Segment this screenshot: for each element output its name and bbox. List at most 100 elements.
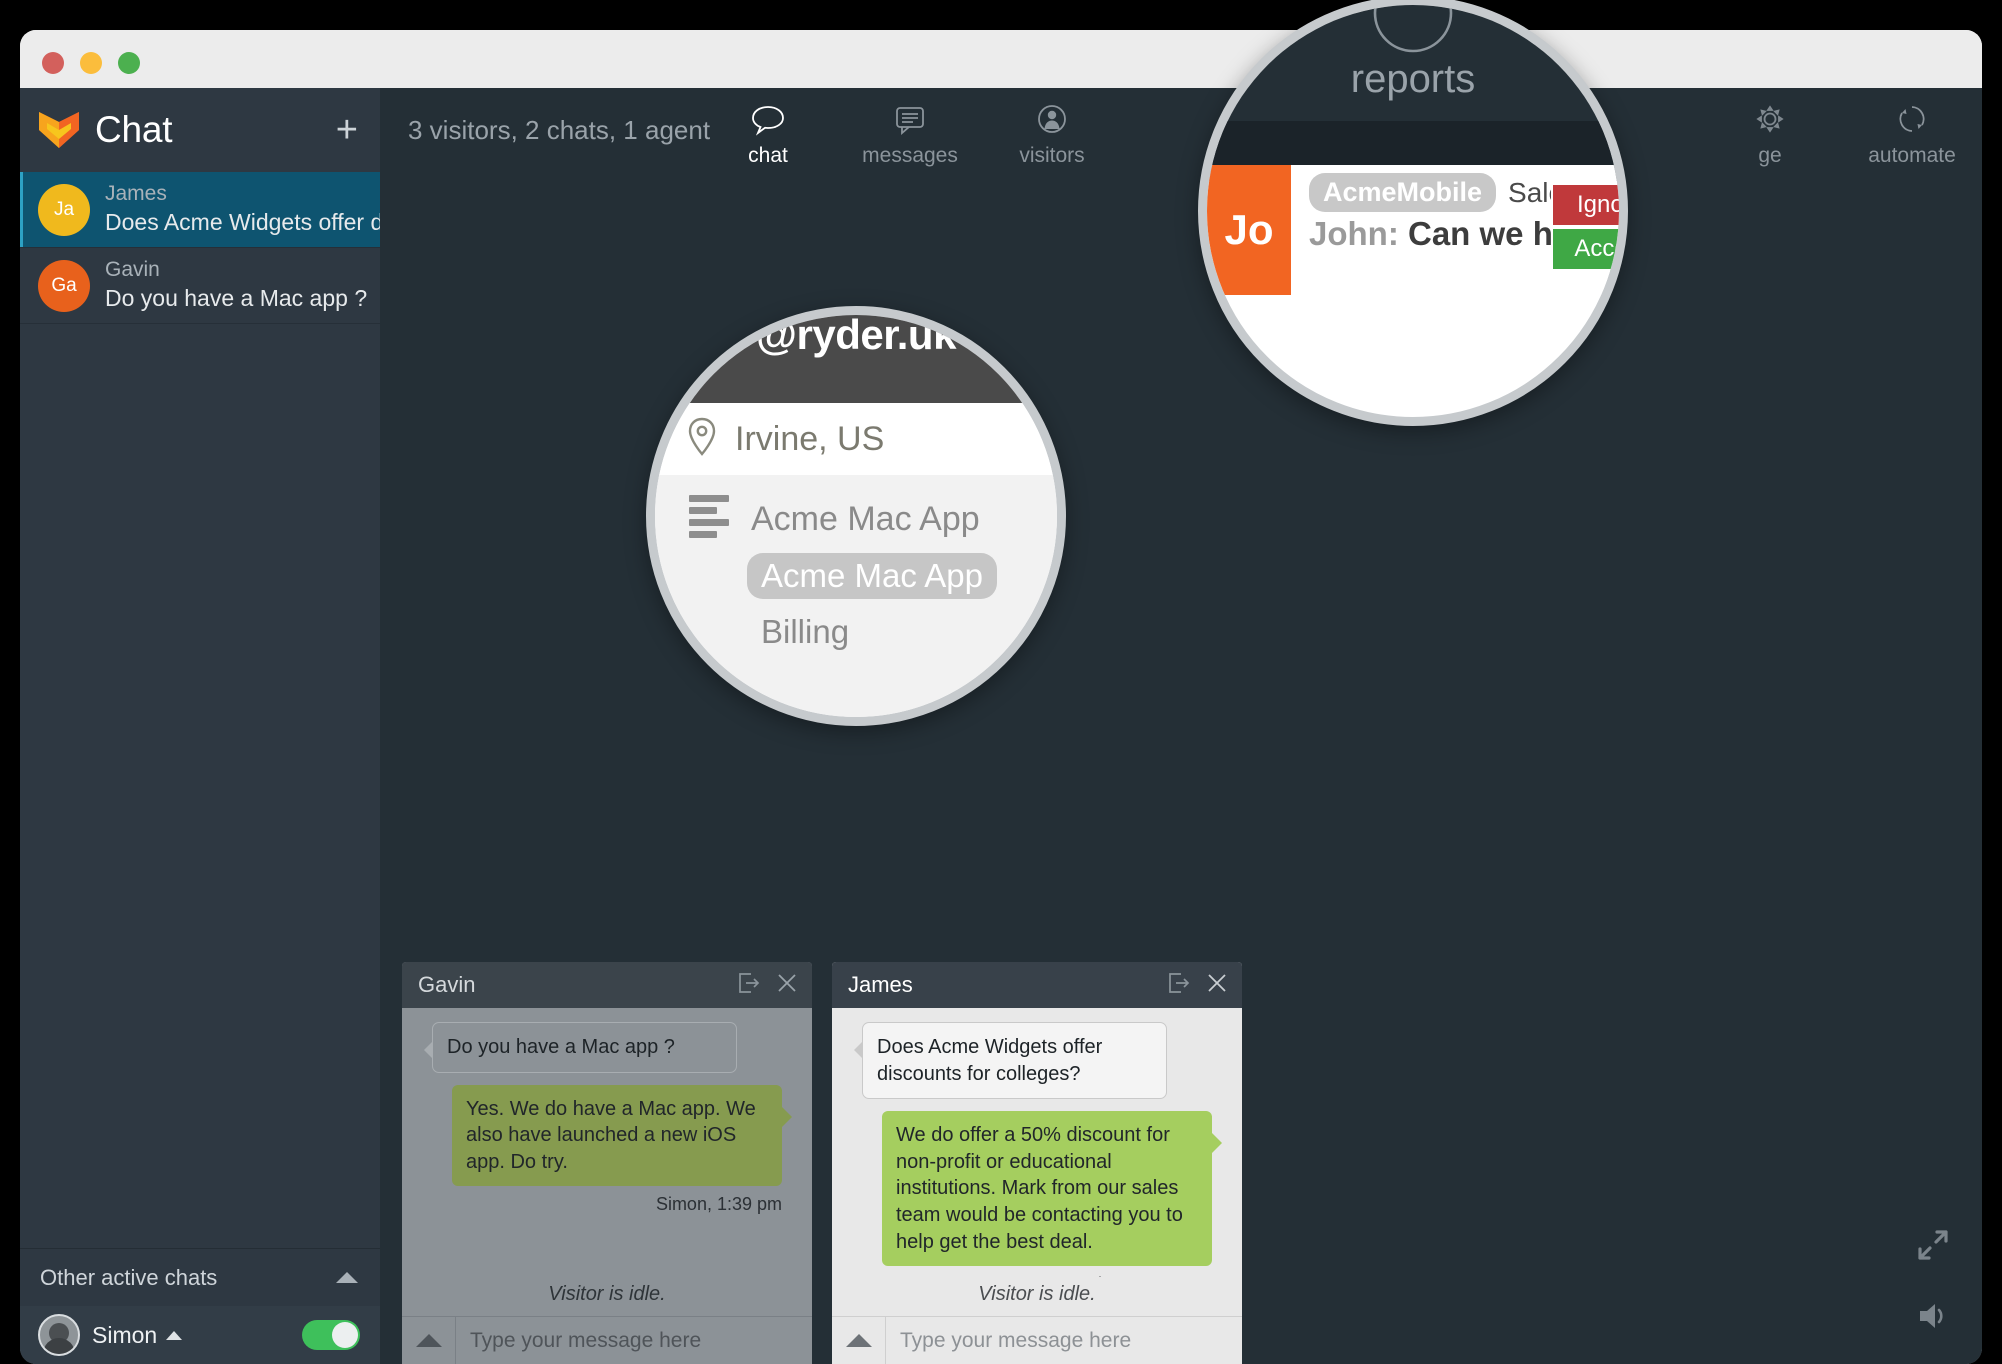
chat-window-header: Gavin <box>402 962 812 1008</box>
magnifier-visitor-details: @ryder.uk Irvine, US Acme Mac App Acme M… <box>646 306 1066 726</box>
close-icon[interactable] <box>1204 970 1230 1001</box>
main-panel: 3 visitors, 2 chats, 1 agent chat messag… <box>380 88 1982 1364</box>
window-titlebar <box>20 30 1982 88</box>
avatar: Ja <box>38 183 90 236</box>
chat-window-header: James <box>832 962 1242 1008</box>
visitor-email: @ryder.uk <box>756 311 956 358</box>
composer-expand-chevron-up-icon[interactable] <box>402 1317 456 1364</box>
window-zoom-button[interactable] <box>118 52 140 74</box>
chat-list-item-james[interactable]: Ja James Does Acme Widgets offer dis… <box>20 172 380 248</box>
speech-bubble-icon <box>748 96 788 142</box>
message-meta: Simon, 1:46 pm <box>848 1274 1212 1277</box>
message-bubble-agent: We do offer a 50% discount for non-profi… <box>882 1111 1222 1267</box>
chat-window-title: James <box>848 972 913 997</box>
chat-window-messages: Does Acme Widgets offer discounts for co… <box>832 1008 1242 1277</box>
agent-online-toggle[interactable] <box>302 1320 360 1350</box>
avatar-initials: Ga <box>51 274 77 296</box>
expand-icon[interactable] <box>1912 1224 1954 1271</box>
chat-window-james[interactable]: James Does Acme Widgets offer discounts … <box>832 962 1242 1364</box>
utility-icon-rail <box>1912 1224 1954 1342</box>
nav-label-reports[interactable]: reports <box>1207 57 1619 102</box>
avatar-initials: Ja <box>53 198 75 220</box>
nav-label: ge <box>1758 144 1782 167</box>
chevron-up-icon[interactable] <box>336 1272 358 1283</box>
gear-icon <box>1750 96 1790 142</box>
nav-label: chat <box>748 144 788 167</box>
chat-window-status: Visitor is idle. <box>978 1283 1096 1305</box>
visitor-person-icon <box>1032 96 1072 142</box>
chat-composer <box>402 1316 812 1364</box>
chat-list-name: Gavin <box>105 258 160 282</box>
department-selector-panel: Acme Mac App Acme Mac App Billing <box>655 475 1057 717</box>
refresh-cycle-icon <box>1892 96 1932 142</box>
sidebar: Chat + Ja James Does Acme Widgets offer … <box>20 88 380 1364</box>
nav-item-automate[interactable]: automate <box>1864 96 1960 168</box>
primary-nav: chat messages visitors <box>720 96 1100 168</box>
avatar: Jo <box>1207 165 1291 295</box>
message-input[interactable] <box>886 1317 1242 1364</box>
message-lines-icon <box>890 96 930 142</box>
close-icon[interactable] <box>774 970 800 1001</box>
message-bubble-agent: Yes. We do have a Mac app. We also have … <box>452 1084 792 1187</box>
incoming-chat-actions: Ignore Accept <box>1551 183 1619 271</box>
avatar-initials: Jo <box>1224 206 1274 253</box>
chat-window-gavin[interactable]: Gavin Do you have a Mac app ? Yes. We do… <box>402 962 812 1364</box>
chat-windows-row: Gavin Do you have a Mac app ? Yes. We do… <box>402 962 1242 1364</box>
nav-label: automate <box>1868 144 1956 167</box>
department-option-billing[interactable]: Billing <box>747 609 863 655</box>
volume-icon[interactable] <box>1912 1295 1954 1342</box>
page-title: Chat <box>95 109 173 150</box>
agent-status-bar: Simon <box>20 1306 380 1364</box>
nav-item-visitors[interactable]: visitors <box>1004 96 1100 168</box>
department-badge: AcmeMobile <box>1309 173 1497 212</box>
department-current-row[interactable]: Acme Mac App <box>655 475 1057 543</box>
nav-label: visitors <box>1019 144 1085 167</box>
window-close-button[interactable] <box>42 52 64 74</box>
chat-list-item-gavin[interactable]: Ga Gavin Do you have a Mac app ? <box>20 248 380 324</box>
secondary-nav: ge automate <box>1722 96 1960 168</box>
incoming-chat-sender: John: <box>1309 215 1399 252</box>
accept-button[interactable]: Accept <box>1551 227 1619 271</box>
chat-list: Ja James Does Acme Widgets offer dis… Ga… <box>20 172 380 324</box>
visitor-summary: 3 visitors, 2 chats, 1 agent <box>408 114 711 145</box>
map-pin-icon <box>685 416 719 463</box>
composer-expand-chevron-up-icon[interactable] <box>832 1317 886 1364</box>
chat-window-title: Gavin <box>418 972 476 997</box>
nav-label: messages <box>862 144 958 167</box>
nav-item-manage[interactable]: ge <box>1722 96 1818 168</box>
message-bubble-visitor: Do you have a Mac app ? <box>424 1022 737 1073</box>
avatar: Ga <box>38 259 90 312</box>
agent-name: Simon <box>92 1321 158 1348</box>
chat-window-messages: Do you have a Mac app ? Yes. We do have … <box>402 1008 812 1277</box>
visitor-location-row: Irvine, US <box>655 403 1057 475</box>
other-active-chats-label: Other active chats <box>40 1264 218 1290</box>
transfer-icon[interactable] <box>1166 970 1192 1001</box>
visitor-location-text: Irvine, US <box>735 419 885 458</box>
caret-up-icon[interactable] <box>166 1330 183 1340</box>
department-option-acme-mac-app[interactable]: Acme Mac App <box>747 553 997 599</box>
sidebar-header: Chat + <box>20 88 380 172</box>
message-meta: Simon, 1:39 pm <box>655 1194 782 1215</box>
topbar: 3 visitors, 2 chats, 1 agent chat messag… <box>380 88 1982 172</box>
screenshot-canvas: Chat + Ja James Does Acme Widgets offer … <box>0 0 2002 1364</box>
magnifier-subheader-strip <box>1207 121 1619 165</box>
nav-item-messages[interactable]: messages <box>862 96 958 168</box>
chat-list-preview: Do you have a Mac app ? <box>105 284 368 311</box>
list-lines-icon <box>689 495 729 543</box>
message-input[interactable] <box>456 1317 812 1364</box>
fox-logo-icon <box>39 112 79 148</box>
chat-list-preview: Does Acme Widgets offer dis… <box>105 208 380 235</box>
transfer-icon[interactable] <box>736 970 762 1001</box>
message-bubble-visitor: Does Acme Widgets offer discounts for co… <box>854 1022 1167 1100</box>
ignore-button[interactable]: Ignore <box>1551 183 1619 227</box>
chat-list-name: James <box>105 182 167 206</box>
chat-composer <box>832 1316 1242 1364</box>
other-active-chats-section[interactable]: Other active chats <box>20 1248 380 1306</box>
avatar[interactable] <box>38 1314 80 1356</box>
chat-window-status: Visitor is idle. <box>548 1283 666 1305</box>
window-minimize-button[interactable] <box>80 52 102 74</box>
new-chat-plus-icon[interactable]: + <box>336 111 358 149</box>
magnifier-incoming-chat: reports Jo AcmeMobile Sales John: Can we… <box>1198 0 1628 426</box>
nav-item-chat[interactable]: chat <box>720 96 816 168</box>
app-surface: Chat + Ja James Does Acme Widgets offer … <box>20 88 1982 1364</box>
